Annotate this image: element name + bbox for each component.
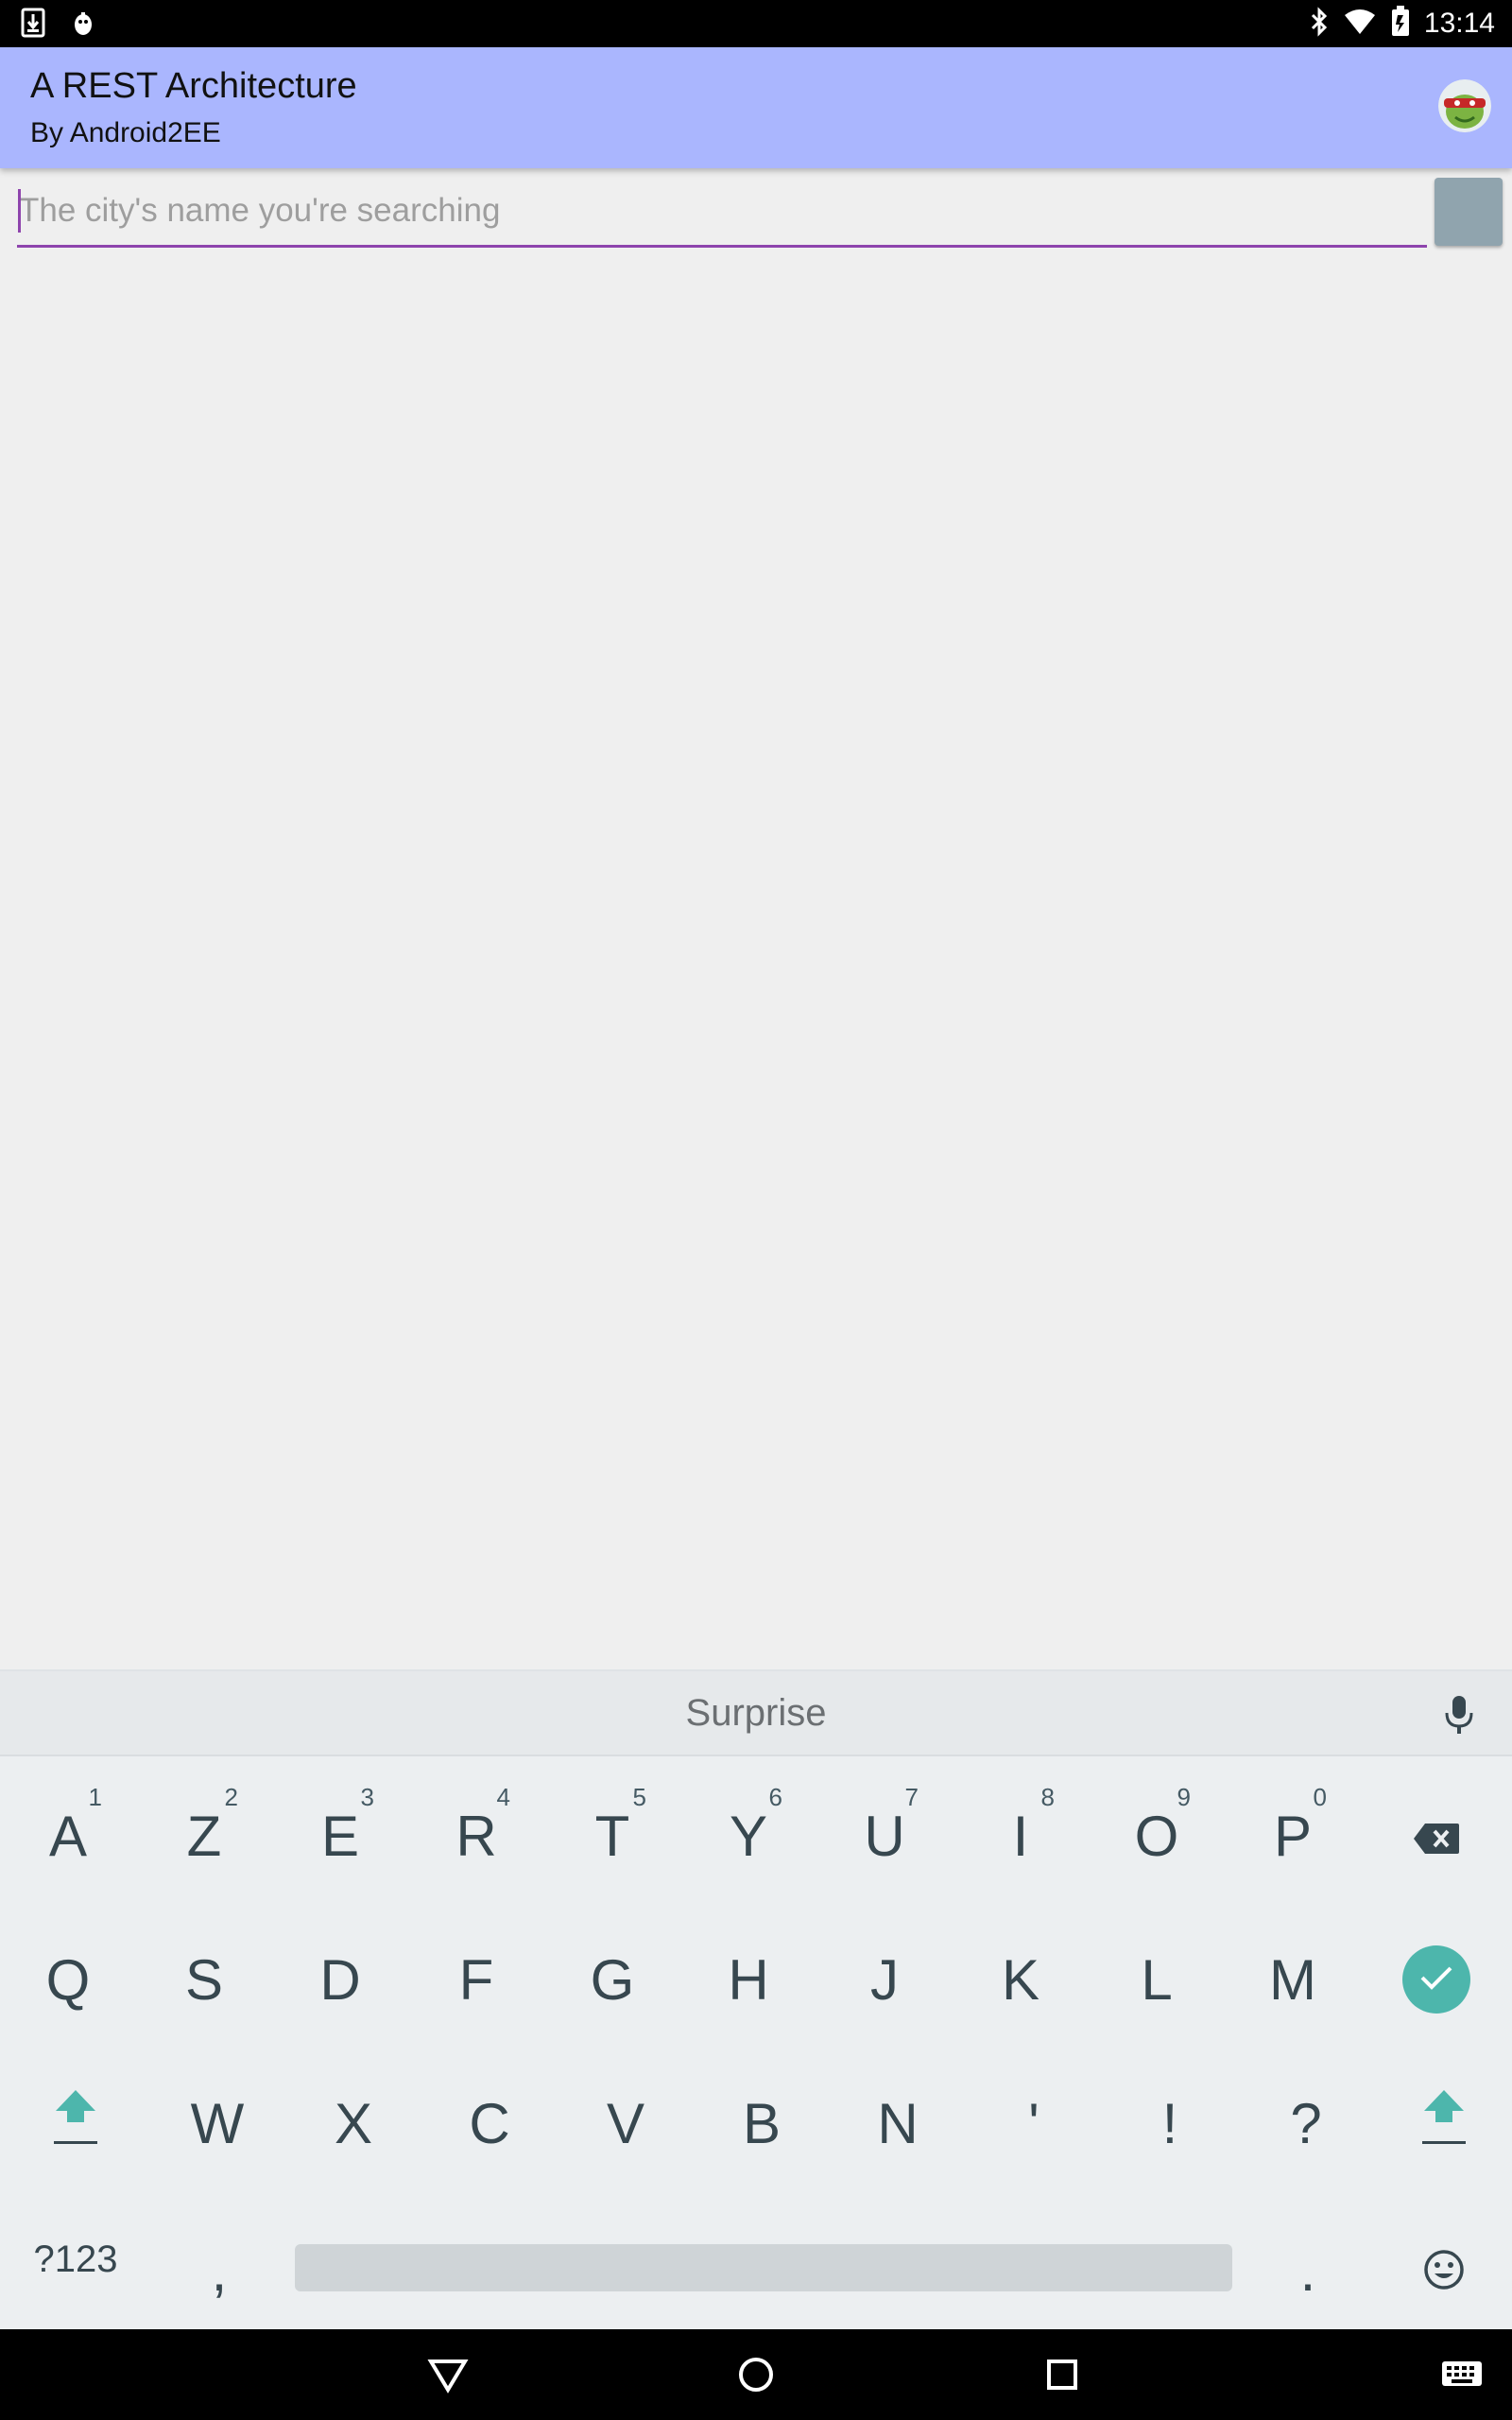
shift-key-right[interactable] — [1387, 2066, 1501, 2180]
key-c[interactable]: C — [433, 2066, 546, 2180]
key-period[interactable]: . — [1251, 2214, 1365, 2327]
bluetooth-icon — [1309, 6, 1330, 42]
key-s[interactable]: S — [147, 1923, 261, 2036]
shift-icon — [1420, 2086, 1468, 2160]
key-q[interactable]: Q — [11, 1923, 125, 2036]
ninja-turtle-avatar-icon[interactable] — [1438, 79, 1491, 132]
space-bar[interactable] — [295, 2244, 1232, 2291]
check-icon — [1419, 1964, 1453, 1996]
backspace-key[interactable] — [1380, 1779, 1493, 1893]
key-z[interactable]: Z2 — [147, 1779, 261, 1893]
back-icon[interactable] — [427, 2356, 469, 2398]
wifi-icon — [1343, 8, 1377, 41]
microphone-icon[interactable] — [1440, 1692, 1478, 1742]
backspace-icon — [1412, 1804, 1461, 1869]
key-j[interactable]: J — [828, 1923, 941, 2036]
page-subtitle: By Android2EE — [30, 117, 221, 148]
key-g[interactable]: G — [556, 1923, 669, 2036]
key-question[interactable]: ? — [1249, 2066, 1363, 2180]
key-x[interactable]: X — [297, 2066, 410, 2180]
suggestion-bar: Surprise — [0, 1671, 1512, 1756]
key-y[interactable]: Y6 — [692, 1779, 805, 1893]
key-e[interactable]: E3 — [284, 1779, 397, 1893]
key-m[interactable]: M — [1236, 1923, 1349, 2036]
key-apostrophe[interactable]: ' — [977, 2066, 1091, 2180]
status-bar: 13:14 — [0, 0, 1512, 47]
app-bar: A REST Architecture By Android2EE — [0, 47, 1512, 168]
clock: 13:14 — [1423, 8, 1495, 39]
enter-key[interactable] — [1402, 1945, 1470, 2014]
soft-keyboard: Surprise A1 Z2 E3 R4 T5 Y6 U7 I8 O9 P0 Q… — [0, 1669, 1512, 2329]
android-debug-icon — [70, 9, 96, 42]
key-f[interactable]: F — [420, 1923, 533, 2036]
key-d[interactable]: D — [284, 1923, 397, 2036]
recents-icon[interactable] — [1045, 2358, 1079, 2396]
key-k[interactable]: K — [964, 1923, 1077, 2036]
key-u[interactable]: U7 — [828, 1779, 941, 1893]
key-i[interactable]: I8 — [964, 1779, 1077, 1893]
home-icon[interactable] — [737, 2356, 775, 2398]
key-comma[interactable]: , — [163, 2214, 276, 2327]
city-search-input[interactable] — [17, 180, 1427, 242]
key-n[interactable]: N — [841, 2066, 954, 2180]
key-p[interactable]: P0 — [1236, 1779, 1349, 1893]
key-w[interactable]: W — [161, 2066, 274, 2180]
key-h[interactable]: H — [692, 1923, 805, 2036]
emoji-icon — [1423, 2238, 1465, 2304]
shift-key-left[interactable] — [19, 2066, 132, 2180]
suggestion-word[interactable]: Surprise — [0, 1692, 1512, 1735]
key-exclamation[interactable]: ! — [1113, 2066, 1227, 2180]
keyboard-switch-icon[interactable] — [1440, 2360, 1484, 2394]
emoji-key[interactable] — [1387, 2214, 1501, 2327]
key-a[interactable]: A1 — [11, 1779, 125, 1893]
shift-icon — [52, 2086, 99, 2160]
key-t[interactable]: T5 — [556, 1779, 669, 1893]
search-button[interactable] — [1435, 178, 1503, 246]
battery-icon — [1390, 5, 1411, 43]
symbols-key[interactable]: ?123 — [19, 2221, 132, 2297]
key-o[interactable]: O9 — [1100, 1779, 1213, 1893]
key-r[interactable]: R4 — [420, 1779, 533, 1893]
download-icon — [21, 8, 45, 43]
navigation-bar — [0, 2329, 1512, 2420]
city-search-field[interactable] — [17, 180, 1427, 248]
key-v[interactable]: V — [569, 2066, 682, 2180]
text-cursor — [18, 189, 21, 233]
page-title: A REST Architecture — [30, 66, 357, 106]
key-b[interactable]: B — [705, 2066, 818, 2180]
key-l[interactable]: L — [1100, 1923, 1213, 2036]
